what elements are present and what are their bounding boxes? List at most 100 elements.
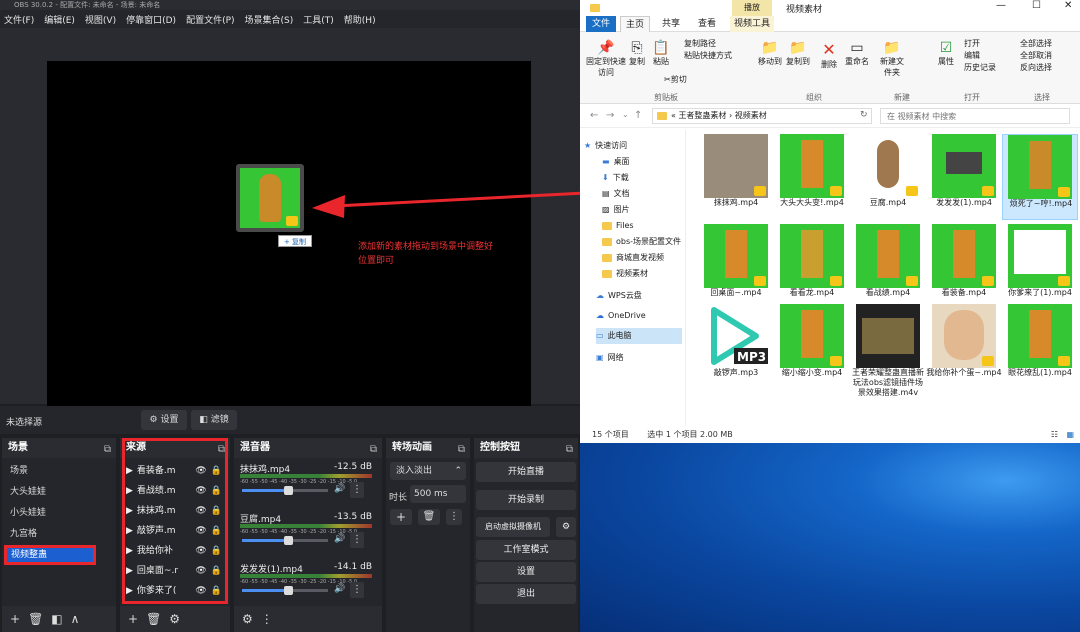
tab-home[interactable]: 主页 [620, 16, 650, 32]
file-name: 你爹来了(1).mp4 [1008, 288, 1072, 297]
tab-file[interactable]: 文件 [586, 16, 616, 32]
details-view-icon[interactable]: ☷ [1051, 426, 1058, 443]
file-item[interactable]: 看装备.mp4 [926, 224, 1002, 302]
properties-icon: ☑ [939, 40, 953, 56]
play-badge-icon [982, 186, 994, 196]
white-frame [1014, 230, 1066, 274]
chevron-down-icon[interactable]: ⌄ [622, 110, 629, 119]
copy-path-button[interactable]: 复制路径 [684, 38, 732, 50]
nav-obs-config[interactable]: obs-场景配置文件 [602, 234, 681, 250]
select-all-button[interactable]: 全部选择 [1020, 38, 1052, 50]
paste-shortcut-button[interactable]: 粘贴快捷方式 [684, 50, 732, 62]
minimize-icon[interactable]: — [996, 0, 1006, 11]
nav-documents[interactable]: ▤ 文档 [602, 186, 630, 202]
paste-label: 粘贴 [653, 57, 669, 66]
nav-desktop[interactable]: ▬ 桌面 [602, 154, 630, 170]
folder-icon [590, 4, 600, 12]
move-to-button[interactable]: 📁 移动到 [756, 40, 784, 67]
address-bar[interactable]: « 王者整蛊素材 › 视频素材 [652, 108, 872, 124]
play-badge-icon [1058, 187, 1070, 197]
copy-button[interactable]: ⎘ 复制 [626, 40, 648, 67]
play-badge-icon [830, 186, 842, 196]
paste-button[interactable]: 📋 粘贴 [650, 40, 672, 67]
nav-pictures[interactable]: ▨ 图片 [602, 202, 630, 218]
tab-view[interactable]: 查看 [692, 16, 722, 32]
nav-downloads[interactable]: ⬇ 下载 [602, 170, 629, 186]
tab-share[interactable]: 共享 [656, 16, 686, 32]
thumbnail-view-icon[interactable]: ▦ [1066, 426, 1074, 443]
history-button[interactable]: 历史记录 [964, 62, 996, 74]
ctx-tab-play[interactable]: 播放 [732, 0, 772, 16]
file-item[interactable]: 看战绩.mp4 [850, 224, 926, 302]
new-folder-button[interactable]: 📁 新建文件夹 [878, 40, 906, 78]
nav-label: 图片 [613, 205, 630, 214]
video-thumbnail [856, 224, 920, 288]
nav-files[interactable]: Files [602, 218, 634, 234]
nav-label: obs-场景配置文件 [616, 237, 682, 246]
maximize-icon[interactable]: ☐ [1032, 0, 1041, 11]
nav-this-pc[interactable]: ▭ 此电脑 [596, 328, 682, 344]
nav-mall-videos[interactable]: 商城直发视频 [602, 250, 664, 266]
file-item[interactable]: 我给你补个蛋~.mp4 [926, 304, 1002, 384]
file-item[interactable]: 抹抹鸡.mp4 [698, 134, 774, 220]
file-item[interactable]: 看看龙.mp4 [774, 224, 850, 302]
select-group-buttons: 全部选择 全部取消 反向选择 [1020, 38, 1052, 74]
folder-icon [602, 238, 612, 246]
file-name: 豆腐.mp4 [869, 198, 907, 207]
open-button[interactable]: 打开 [964, 38, 996, 50]
nav-label: 此电脑 [607, 331, 632, 340]
pin-button[interactable]: 📌 固定到快速访问 [586, 40, 626, 78]
window-title: 视频素材 [786, 5, 823, 15]
video-thumbnail [856, 134, 920, 198]
arrow-head [312, 195, 345, 218]
file-item[interactable]: 眼花缭乱(1).mp4 [1002, 304, 1078, 384]
delete-button[interactable]: ✕ 删除 [818, 40, 840, 70]
nav-network[interactable]: ▣ 网络 [596, 350, 624, 366]
select-none-button[interactable]: 全部取消 [1020, 50, 1052, 62]
search-input[interactable] [880, 108, 1070, 124]
nav-onedrive[interactable]: ☁ OneDrive [596, 308, 646, 324]
file-item[interactable]: MP3 敲锣声.mp3 [698, 304, 774, 384]
cut-button[interactable]: ✂剪切 [664, 74, 687, 85]
back-arrow-icon[interactable]: ← [590, 110, 598, 121]
video-thumbnail [1008, 224, 1072, 288]
file-name: 烦死了~哼!.mp4 [1009, 199, 1073, 208]
copy-to-button[interactable]: 📁 复制到 [784, 40, 812, 67]
properties-label: 属性 [938, 57, 954, 66]
file-item[interactable]: 王者荣耀整蛊直播新玩法obs滤镜插件场景效果搭建.m4v [850, 304, 926, 414]
nav-quick-access[interactable]: ★ 快速访问 [584, 138, 627, 154]
file-item[interactable]: 发发发(1).mp4 [926, 134, 1002, 220]
properties-button[interactable]: ☑ 属性 [934, 40, 958, 67]
file-item[interactable]: 回桌面~.mp4 [698, 224, 774, 302]
nav-wps-cloud[interactable]: ☁ WPS云盘 [596, 288, 642, 304]
file-item[interactable]: 豆腐.mp4 [850, 134, 926, 220]
edit-button[interactable]: 编辑 [964, 50, 996, 62]
file-name: 看战绩.mp4 [865, 288, 911, 297]
tab-video-tools[interactable]: 视频工具 [730, 16, 774, 32]
file-grid: 抹抹鸡.mp4 大头大头变!.mp4 豆腐.mp4 发发发(1).mp4 烦死了… [698, 134, 1080, 424]
invert-selection-button[interactable]: 反向选择 [1020, 62, 1052, 74]
delete-label: 删除 [821, 60, 837, 69]
close-icon[interactable]: ✕ [1064, 0, 1072, 11]
refresh-icon[interactable]: ↻ [860, 110, 868, 120]
file-item-selected[interactable]: 烦死了~哼!.mp4 [1002, 134, 1078, 220]
rename-button[interactable]: ▭ 重命名 [842, 40, 872, 67]
forward-arrow-icon[interactable]: → [606, 110, 614, 121]
nav-video-assets[interactable]: 视频素材 [602, 266, 648, 282]
document-icon: ▤ [602, 189, 610, 198]
person-figure [946, 152, 982, 174]
navigation-pane: ★ 快速访问 ▬ 桌面 ⬇ 下载 ▤ 文档 ▨ 图片 Files obs-场景配置文件 商… [580, 130, 686, 426]
open-group-buttons: 打开 编辑 历史记录 [964, 38, 996, 74]
file-item[interactable]: 缩小缩小变.mp4 [774, 304, 850, 384]
star-icon: ★ [584, 141, 592, 150]
play-badge-icon [982, 276, 994, 286]
nav-label: OneDrive [608, 311, 646, 320]
ribbon: 📌 固定到快速访问 ⎘ 复制 📋 粘贴 复制路径 粘贴快捷方式 ✂剪切 剪贴板 📁 移动… [580, 32, 1080, 104]
file-item[interactable]: 你爹来了(1).mp4 [1002, 224, 1078, 302]
up-arrow-icon[interactable]: ↑ [634, 110, 642, 121]
play-badge-icon [906, 276, 918, 286]
monkey-king-figure [877, 230, 899, 278]
face-figure [944, 310, 984, 360]
file-item[interactable]: 大头大头变!.mp4 [774, 134, 850, 220]
new-folder-icon: 📁 [883, 40, 901, 56]
